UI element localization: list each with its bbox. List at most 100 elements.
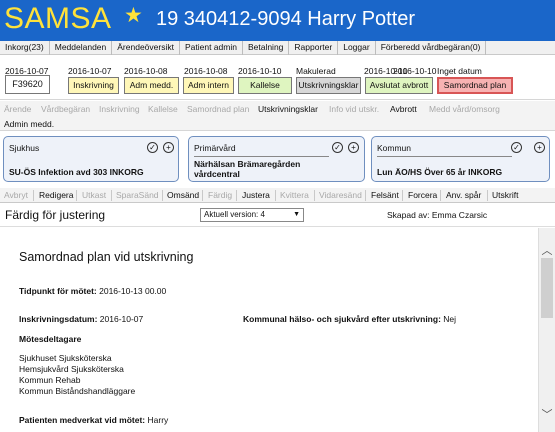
toolbar-divider (33, 190, 34, 201)
meeting-time-field: Tidpunkt för mötet: 2016-10-13 00.00 (19, 286, 166, 296)
vidaresand-button[interactable]: Vidaresänd (319, 190, 362, 200)
municipal-care-value: Nej (443, 314, 457, 324)
timeline-date: 2016-10-07 (68, 66, 112, 76)
menu-item-patient-admin[interactable]: Patient admin (180, 41, 243, 55)
main-menu: Inkorg(23) Meddelanden Ärendeöversikt Pa… (0, 41, 555, 55)
fardig-button[interactable]: Färdig (208, 190, 232, 200)
menu-item-rapporter[interactable]: Rapporter (289, 41, 339, 55)
check-icon[interactable]: ✓ (332, 142, 343, 153)
felsant-button[interactable]: Felsänt (371, 190, 399, 200)
anv-spar-button[interactable]: Anv. spår (446, 190, 481, 200)
kvittera-button[interactable]: Kvittera (280, 190, 309, 200)
toolbar-divider (162, 190, 163, 201)
timeline-step-utskrivningsklar[interactable]: Utskrivningsklar (296, 77, 361, 94)
scroll-up-icon[interactable]: ︿ (539, 242, 555, 257)
participants-heading: Mötesdeltagare (19, 334, 82, 344)
step-inskrivning[interactable]: Inskrivning (99, 104, 140, 114)
toolbar-divider (402, 190, 403, 201)
menu-item-forberedd-vardbegaran[interactable]: Förberedd vårdbegäran(0) (376, 41, 487, 55)
menu-item-arendeoversikt[interactable]: Ärendeöversikt (112, 41, 180, 55)
menu-item-loggar[interactable]: Loggar (338, 41, 376, 55)
omsand-button[interactable]: Omsänd (167, 190, 199, 200)
step-arende[interactable]: Ärende (4, 104, 31, 114)
redigera-button[interactable]: Redigera (39, 190, 74, 200)
participant-item: Sjukhuset Sjuksköterska (19, 353, 112, 363)
version-select-value: Aktuell version: 4 (204, 210, 265, 219)
timeline-step-adm-intern[interactable]: Adm intern (183, 77, 234, 94)
menu-item-meddelanden[interactable]: Meddelanden (50, 41, 113, 55)
meeting-time-label: Tidpunkt för mötet: (19, 286, 97, 296)
app-brand: SAMSA (4, 2, 112, 35)
toolbar-divider (314, 190, 315, 201)
step-info-vid-utskr[interactable]: Info vid utskr. (329, 104, 379, 114)
check-icon[interactable]: ✓ (511, 142, 522, 153)
toolbar-divider (76, 190, 77, 201)
timeline-step-kallelse[interactable]: Kallelse (238, 77, 292, 94)
card-title: Primärvård (194, 143, 236, 153)
card-primarvard: Primärvård Närhälsan Brämaregården vårdc… (188, 136, 365, 182)
patient-participated-value: Harry (147, 415, 169, 425)
timeline-date: 2016-10-10 (393, 66, 437, 76)
scroll-down-icon[interactable]: ﹀ (539, 406, 555, 421)
municipal-care-label: Kommunal hälso- och sjukvård efter utskr… (243, 314, 441, 324)
patient-participated-label: Patienten medverkat vid mötet: (19, 415, 146, 425)
card-value: SU-ÖS Infektion avd 303 INKORG (9, 167, 144, 177)
admission-date-field: Inskrivningsdatum: 2016-10-07 (19, 314, 143, 324)
admission-date-value: 2016-10-07 (99, 314, 144, 324)
sparasand-button[interactable]: SparaSänd (116, 190, 159, 200)
menu-item-inkorg[interactable]: Inkorg(23) (0, 41, 50, 55)
add-icon[interactable]: + (163, 142, 174, 153)
timeline-step-samordnad-plan[interactable]: Samordnad plan (437, 77, 513, 94)
toolbar-divider (202, 190, 203, 201)
utskrift-button[interactable]: Utskrift (492, 190, 518, 200)
document-title: Samordnad plan vid utskrivning (19, 250, 194, 264)
patient-participated-field: Patienten medverkat vid mötet: Harry (19, 415, 168, 425)
toolbar-divider (275, 190, 276, 201)
add-icon[interactable]: + (348, 142, 359, 153)
add-icon[interactable]: + (534, 142, 545, 153)
chevron-down-icon: ▼ (293, 211, 300, 218)
card-title: Sjukhus (9, 143, 40, 153)
star-icon[interactable]: ★ (124, 3, 143, 28)
version-select[interactable]: Aktuell version: 4 ▼ (200, 208, 304, 222)
case-id: F39620 (5, 75, 50, 94)
case-timeline: 2016-10-07 F39620 2016-10-07 Inskrivning… (0, 56, 555, 100)
timeline-step-adm-medd[interactable]: Adm medd. (124, 77, 179, 94)
card-title: Kommun (377, 143, 412, 153)
timeline-date: 2016-10-10 (238, 66, 282, 76)
status-text: Färdig för justering (5, 208, 106, 222)
card-kommun: Kommun Lun ÄO/HS Över 65 år INKORG ✓ + (371, 136, 550, 182)
step-utskrivningsklar[interactable]: Utskrivningsklar (258, 104, 318, 114)
step-kallelse[interactable]: Kallelse (148, 104, 178, 114)
avbryt-button[interactable]: Avbryt (4, 190, 28, 200)
timeline-step-avslutat-avbrott[interactable]: Avslutat avbrott (365, 77, 433, 94)
document-status-bar: Färdig för justering Aktuell version: 4 … (0, 203, 555, 227)
document-scrollbar[interactable]: ︿ ﹀ (538, 228, 555, 432)
utkast-button[interactable]: Utkast (82, 190, 106, 200)
scroll-thumb[interactable] (541, 258, 553, 318)
step-avbrott[interactable]: Avbrott (390, 104, 417, 114)
participant-item: Hemsjukvård Sjuksköterska (19, 364, 124, 374)
step-admin-medd[interactable]: Admin medd. (4, 119, 54, 129)
admission-date-label: Inskrivningsdatum: (19, 314, 98, 324)
timeline-date: 2016-10-08 (184, 66, 228, 76)
timeline-date: 2016-10-08 (124, 66, 168, 76)
step-samordnad-plan[interactable]: Samordnad plan (187, 104, 249, 114)
card-value: Lun ÄO/HS Över 65 år INKORG (377, 167, 503, 177)
toolbar-divider (111, 190, 112, 201)
card-divider (194, 156, 329, 157)
meeting-time-value: 2016-10-13 00.00 (99, 286, 167, 296)
check-icon[interactable]: ✓ (147, 142, 158, 153)
menu-item-betalning[interactable]: Betalning (243, 41, 290, 55)
forcera-button[interactable]: Forcera (408, 190, 437, 200)
toolbar-divider (440, 190, 441, 201)
step-medd-vard-omsorg[interactable]: Medd vård/omsorg (429, 104, 500, 114)
process-steps: Ärende Vårdbegäran Inskrivning Kallelse … (0, 101, 555, 131)
card-value: Närhälsan Brämaregården vårdcentral (194, 159, 301, 179)
timeline-date: Makulerad (296, 66, 336, 76)
step-vardbegaran[interactable]: Vårdbegäran (41, 104, 90, 114)
toolbar-divider (236, 190, 237, 201)
municipal-care-field: Kommunal hälso- och sjukvård efter utskr… (243, 314, 456, 324)
justera-button[interactable]: Justera (242, 190, 270, 200)
timeline-step-inskrivning[interactable]: Inskrivning (68, 77, 119, 94)
